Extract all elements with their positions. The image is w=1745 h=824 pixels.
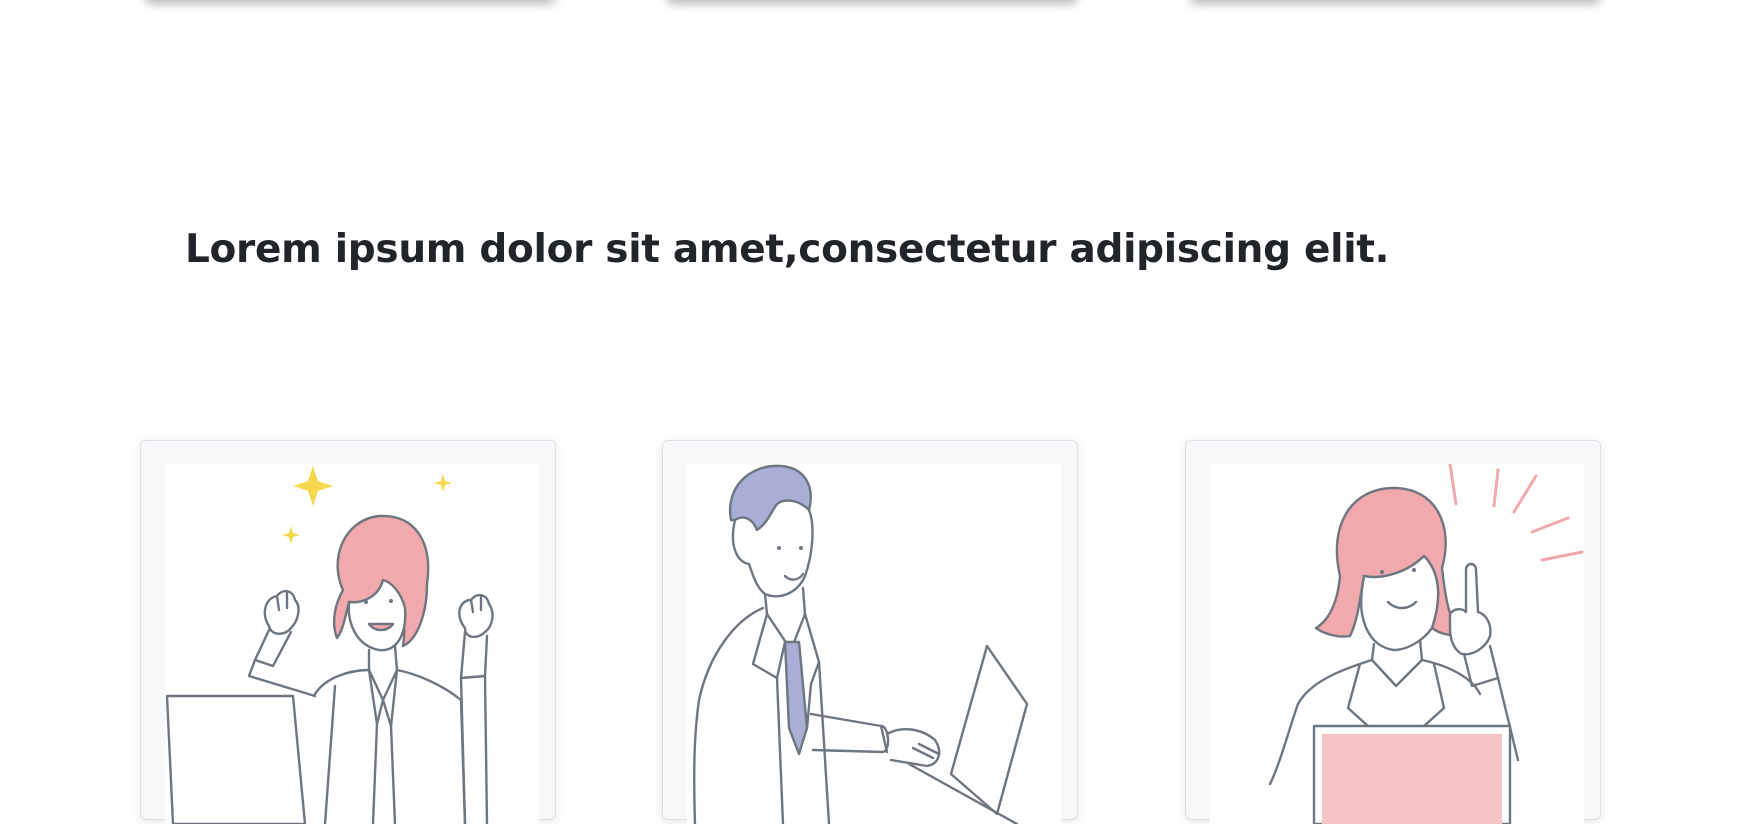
feature-card-3 — [1185, 440, 1601, 824]
card-illustration-idea-woman — [1210, 464, 1584, 824]
card-illustration-typing-man — [687, 464, 1061, 824]
feature-card-2 — [662, 440, 1078, 824]
section-heading: Lorem ipsum dolor sit amet,consectetur a… — [185, 227, 1390, 272]
card-illustration-celebrating-woman — [165, 464, 539, 824]
feature-card-1 — [140, 440, 556, 824]
